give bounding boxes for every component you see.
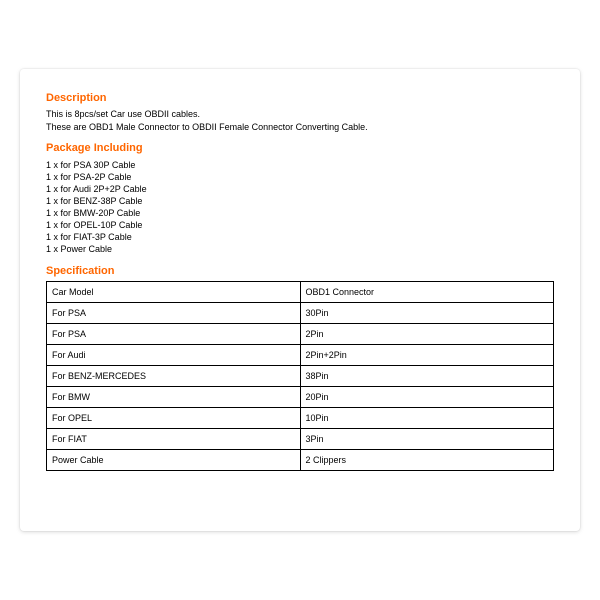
table-cell: For OPEL [47, 408, 301, 429]
table-cell: OBD1 Connector [300, 282, 554, 303]
table-cell: 30Pin [300, 303, 554, 324]
description-heading: Description [46, 91, 554, 106]
list-item: 1 x Power Cable [46, 243, 554, 255]
table-cell: 10Pin [300, 408, 554, 429]
table-cell: For BMW [47, 387, 301, 408]
table-row: For BENZ-MERCEDES 38Pin [47, 366, 554, 387]
table-cell: For FIAT [47, 429, 301, 450]
table-cell: 2 Clippers [300, 450, 554, 471]
package-list: 1 x for PSA 30P Cable 1 x for PSA-2P Cab… [46, 159, 554, 256]
table-row: Power Cable 2 Clippers [47, 450, 554, 471]
description-line: This is 8pcs/set Car use OBDII cables. [46, 108, 554, 120]
table-cell: Power Cable [47, 450, 301, 471]
product-card: Description This is 8pcs/set Car use OBD… [20, 69, 580, 532]
list-item: 1 x for BENZ-38P Cable [46, 195, 554, 207]
table-cell: Car Model [47, 282, 301, 303]
description-text: This is 8pcs/set Car use OBDII cables. T… [46, 108, 554, 132]
table-cell: For PSA [47, 324, 301, 345]
table-cell: For PSA [47, 303, 301, 324]
package-heading: Package Including [46, 141, 554, 156]
spec-heading: Specification [46, 264, 554, 279]
table-row: Car Model OBD1 Connector [47, 282, 554, 303]
table-row: For OPEL 10Pin [47, 408, 554, 429]
list-item: 1 x for OPEL-10P Cable [46, 219, 554, 231]
table-row: For BMW 20Pin [47, 387, 554, 408]
list-item: 1 x for BMW-20P Cable [46, 207, 554, 219]
table-cell: For BENZ-MERCEDES [47, 366, 301, 387]
table-cell: 38Pin [300, 366, 554, 387]
table-cell: 20Pin [300, 387, 554, 408]
table-row: For PSA 30Pin [47, 303, 554, 324]
spec-table: Car Model OBD1 Connector For PSA 30Pin F… [46, 281, 554, 471]
table-row: For FIAT 3Pin [47, 429, 554, 450]
table-row: For PSA 2Pin [47, 324, 554, 345]
table-cell: For Audi [47, 345, 301, 366]
table-cell: 2Pin+2Pin [300, 345, 554, 366]
list-item: 1 x for PSA 30P Cable [46, 159, 554, 171]
table-cell: 3Pin [300, 429, 554, 450]
list-item: 1 x for Audi 2P+2P Cable [46, 183, 554, 195]
description-line: These are OBD1 Male Connector to OBDII F… [46, 121, 554, 133]
list-item: 1 x for FIAT-3P Cable [46, 231, 554, 243]
list-item: 1 x for PSA-2P Cable [46, 171, 554, 183]
table-cell: 2Pin [300, 324, 554, 345]
table-row: For Audi 2Pin+2Pin [47, 345, 554, 366]
